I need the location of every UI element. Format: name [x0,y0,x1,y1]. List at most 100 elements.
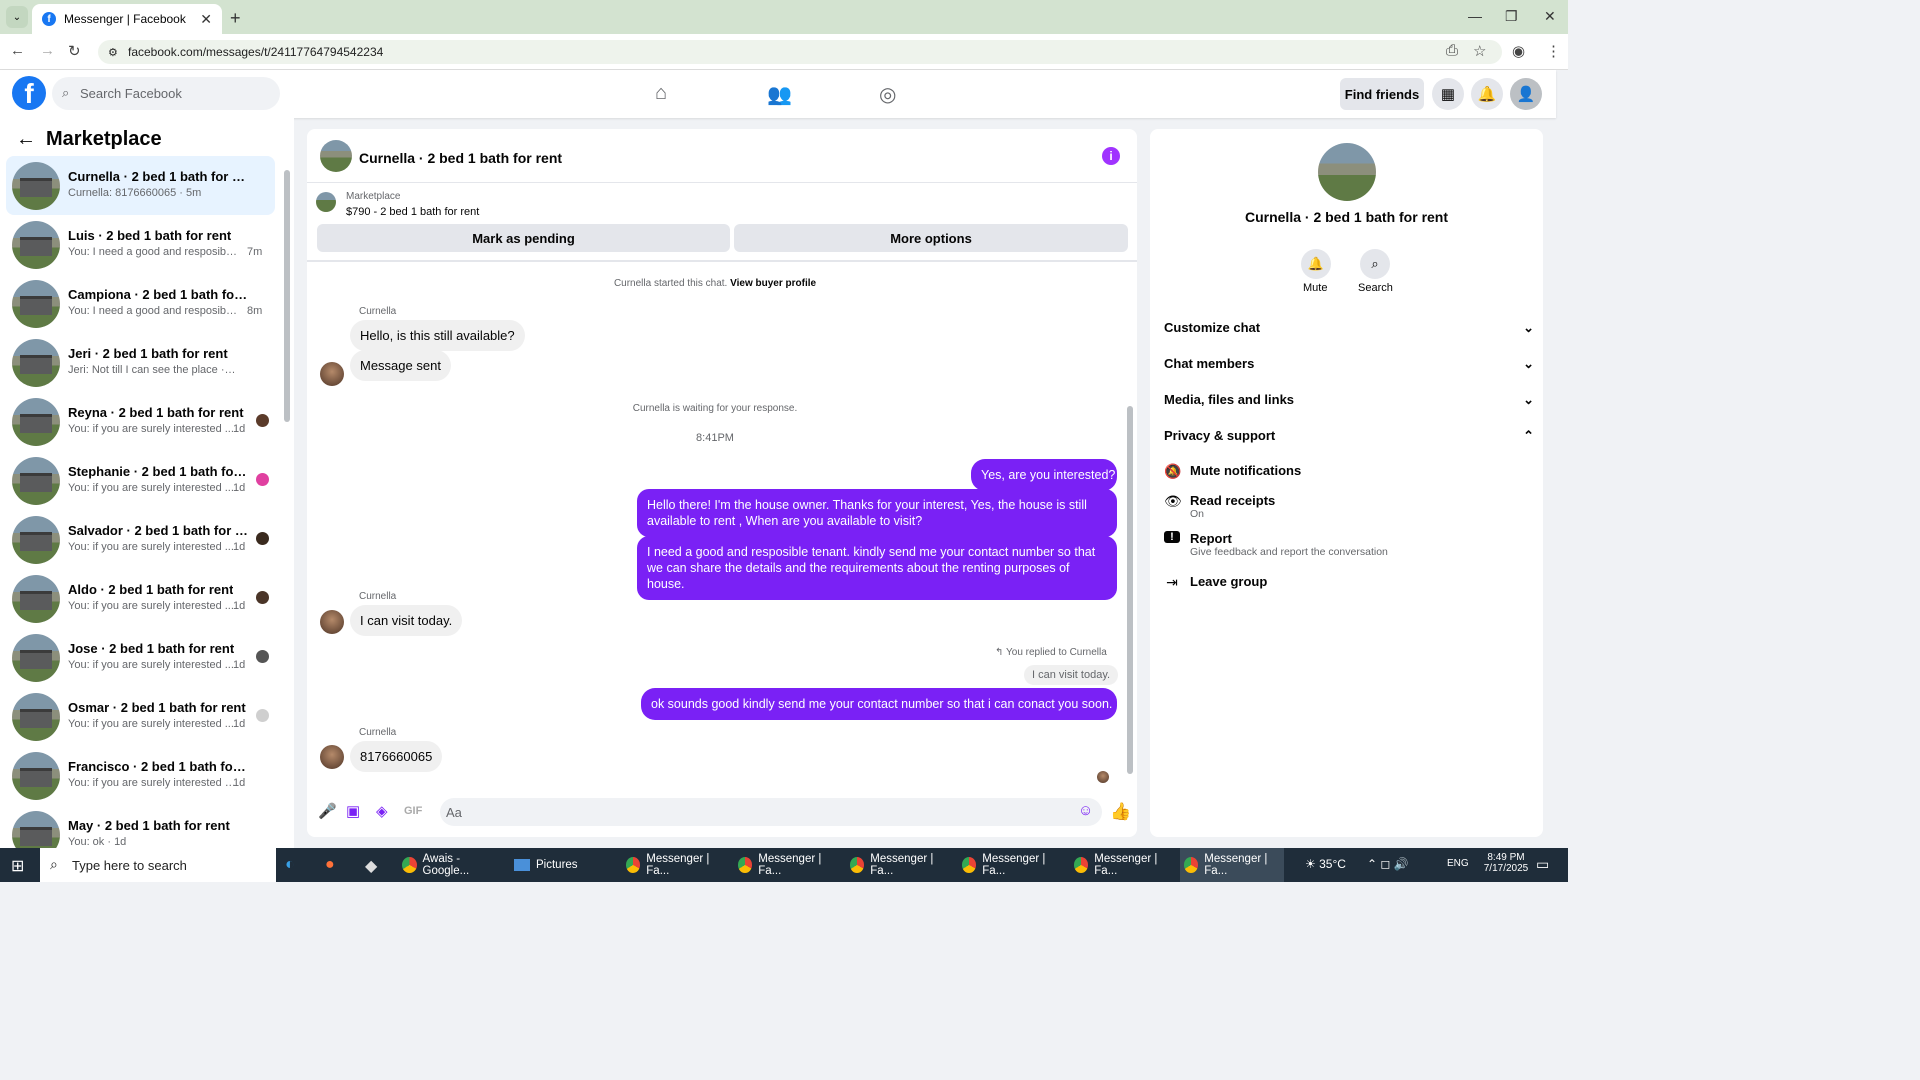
taskbar-app-button[interactable]: Messenger | Fa... [622,848,726,882]
info-icon[interactable]: i [1102,147,1120,165]
leave-group-option[interactable]: ⇥ Leave group [1164,574,1267,591]
friends-icon[interactable]: 👥 [767,82,792,107]
message-input[interactable]: Aa [440,798,1102,826]
taskbar-app-button[interactable]: Messenger | Fa... [958,848,1062,882]
report-option[interactable]: ! Report Give feedback and report the con… [1164,531,1388,558]
listing-photo-large[interactable] [1318,143,1376,201]
customize-chat-section[interactable]: Customize chat ⌄ [1164,320,1534,336]
conversation-item[interactable]: Jose · 2 bed 1 bath for rent You: if you … [6,628,275,687]
conversation-item[interactable]: Campiona · 2 bed 1 bath for rent You: I n… [6,274,275,333]
gif-icon[interactable]: GIF [404,805,422,817]
outgoing-message[interactable]: Yes, are you interested? [971,459,1117,491]
reload-icon[interactable]: ↻ [68,42,81,60]
incoming-message[interactable]: I can visit today. [350,605,463,636]
quoted-message[interactable]: I can visit today. [1024,665,1119,685]
conversation-item[interactable]: Salvador · 2 bed 1 bath for rent You: if … [6,510,275,569]
notification-center-icon[interactable]: ▭ [1536,856,1549,873]
incoming-message[interactable]: Hello, is this still available? [350,320,525,351]
minimize-button[interactable]: — [1468,8,1482,24]
mute-notifications-option[interactable]: 🔕 Mute notifications [1164,463,1301,480]
facebook-logo-icon[interactable]: f [12,76,46,110]
clock-date: 7/17/2025 [1483,863,1529,874]
clock[interactable]: 8:49 PM 7/17/2025 [1478,852,1534,874]
conversation-item[interactable]: Luis · 2 bed 1 bath for rent You: I need … [6,215,275,274]
home-icon[interactable]: ⌂ [655,82,667,105]
view-buyer-profile-link[interactable]: View buyer profile [730,278,816,289]
install-app-icon[interactable]: ⎙ [1446,42,1458,59]
mark-as-pending-button[interactable]: Mark as pending [317,224,730,252]
mute-bell-icon[interactable]: 🔔 [1301,249,1331,279]
media-files-links-section[interactable]: Media, files and links ⌄ [1164,392,1534,408]
incoming-message[interactable]: 8176660065 [350,741,443,772]
browser-menu-icon[interactable]: ⋮ [1546,42,1561,60]
url-bar[interactable]: ⚙ facebook.com/messages/t/24117764794542… [98,40,1502,64]
chat-listing-photo[interactable] [320,140,352,172]
menu-grid-icon[interactable]: ▦ [1432,78,1464,110]
sticker-icon[interactable]: ◈ [376,802,388,820]
taskbar-app-button[interactable]: Pictures [510,848,614,882]
system-tray-icons[interactable]: ⌃ ◻ 🔊 [1367,857,1409,871]
firefox-icon[interactable]: ● [325,856,335,874]
sender-avatar[interactable] [320,745,344,769]
search-icon[interactable]: ⌕ [1360,249,1390,279]
back-arrow-icon[interactable]: ← [16,128,36,151]
profile-icon[interactable]: ◉ [1512,42,1525,60]
browser-tab[interactable]: f Messenger | Facebook ✕ [32,4,222,34]
microphone-icon[interactable]: 🎤 [318,802,337,820]
privacy-support-section[interactable]: Privacy & support ⌃ [1164,428,1534,444]
weather-widget[interactable]: ☀ 35°C [1305,857,1346,871]
restore-button[interactable]: ❐ [1505,8,1518,25]
taskbar-search-input[interactable]: ⌕ Type here to search [40,848,276,882]
close-window-button[interactable]: ✕ [1544,8,1556,25]
sender-avatar[interactable] [320,610,344,634]
sidebar-scrollbar[interactable] [284,170,290,422]
conversation-item[interactable]: Jeri · 2 bed 1 bath for rent Jeri: Not ti… [6,333,275,392]
groups-icon[interactable]: ◎ [879,82,896,107]
app-icon[interactable]: ◆ [365,856,377,876]
taskbar-app-button[interactable]: Messenger | Fa... [1180,848,1284,882]
conversation-item[interactable]: Curnella · 2 bed 1 bath for rent Curnella… [6,156,275,215]
forward-icon[interactable]: → [40,42,55,59]
more-options-button[interactable]: More options [734,224,1128,252]
language-indicator[interactable]: ENG [1447,858,1469,869]
account-avatar[interactable]: 👤 [1510,78,1542,110]
incoming-message[interactable]: Message sent [350,350,451,381]
listing-thumbnail[interactable] [316,192,336,212]
emoji-icon[interactable]: ☺ [1078,802,1093,819]
outgoing-message[interactable]: I need a good and resposible tenant. kin… [637,536,1117,600]
edge-icon[interactable]: ◐ [285,856,295,874]
outgoing-message[interactable]: Hello there! I'm the house owner. Thanks… [637,489,1117,537]
conversation-item[interactable]: Stephanie · 2 bed 1 bath for re... You: i… [6,451,275,510]
find-friends-button[interactable]: Find friends [1340,78,1424,110]
back-icon[interactable]: ← [10,42,25,59]
new-tab-button[interactable]: + [230,8,241,29]
photo-icon[interactable]: ▣ [346,802,360,820]
site-info-icon[interactable]: ⚙ [108,46,118,59]
bookmark-star-icon[interactable]: ☆ [1473,42,1486,60]
outgoing-message[interactable]: ok sounds good kindly send me your conta… [641,688,1117,720]
thumbs-up-icon[interactable]: 👍 [1110,802,1131,822]
close-tab-icon[interactable]: ✕ [200,11,212,28]
conversation-item[interactable]: Reyna · 2 bed 1 bath for rent You: if you… [6,392,275,451]
reply-icon: ↰ [995,647,1004,658]
taskbar-app-button[interactable]: Awais - Google... [398,848,502,882]
listing-price[interactable]: $790 - 2 bed 1 bath for rent [346,206,479,218]
windows-start-icon[interactable]: ⊞ [11,856,24,876]
search-icon: ⌕ [50,856,58,872]
conversation-item[interactable]: Francisco · 2 bed 1 bath for rent You: if… [6,746,275,805]
notifications-bell-icon[interactable]: 🔔 [1471,78,1503,110]
marketplace-label: Marketplace [346,191,401,202]
taskbar-app-button[interactable]: Messenger | Fa... [1070,848,1174,882]
chat-scrollbar[interactable] [1127,406,1133,774]
chat-members-section[interactable]: Chat members ⌄ [1164,356,1534,372]
read-receipts-option[interactable]: 👁 Read receipts On [1164,493,1275,520]
taskbar-app-button[interactable]: Messenger | Fa... [734,848,838,882]
conversation-item[interactable]: Aldo · 2 bed 1 bath for rent You: if you … [6,569,275,628]
tab-search-button[interactable]: ⌄ [6,6,28,28]
facebook-search-input[interactable]: ⌕ Search Facebook [52,77,280,110]
eye-icon: 👁 [1164,493,1182,509]
chat-title[interactable]: Curnella · 2 bed 1 bath for rent [359,150,562,166]
conversation-item[interactable]: Osmar · 2 bed 1 bath for rent You: if you… [6,687,275,746]
taskbar-app-button[interactable]: Messenger | Fa... [846,848,950,882]
sender-avatar[interactable] [320,362,344,386]
